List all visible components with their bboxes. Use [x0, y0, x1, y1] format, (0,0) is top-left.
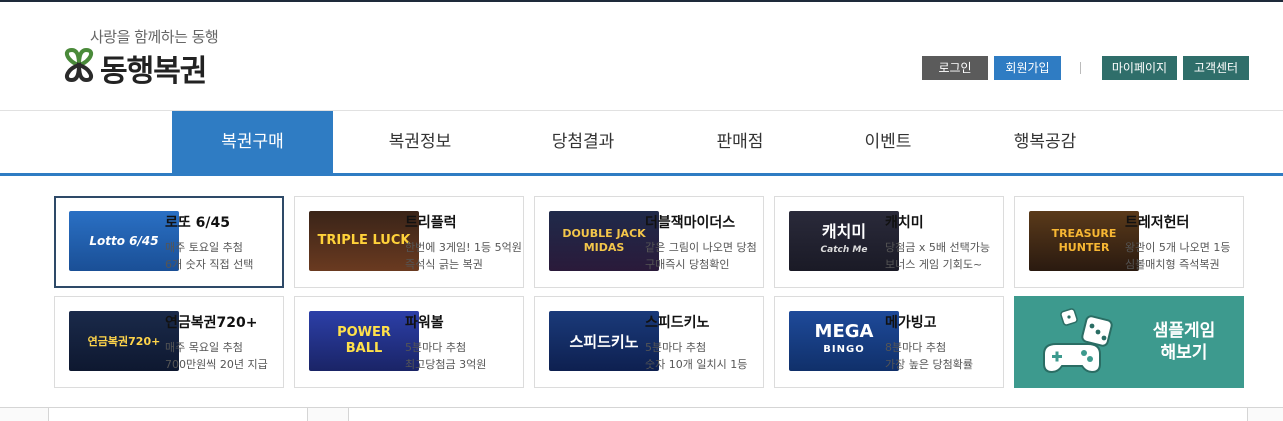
game-desc: 같은 그림이 나오면 당첨 [645, 241, 757, 254]
treasure-hunter-thumbnail: TREASURE HUNTER [1029, 211, 1139, 271]
nav-item-events[interactable]: 이벤트 [808, 111, 968, 173]
game-desc: 심볼매치형 즉석복권 [1125, 258, 1220, 271]
sample-game-button[interactable]: 샘플게임 해보기 [1014, 296, 1244, 388]
game-card-megabingo[interactable]: MEGA BINGO 메가빙고 8분마다 추첨 가장 높은 당첨확률 [774, 296, 1004, 388]
game-title: 연금복권720+ [165, 315, 258, 331]
nav-item-happiness[interactable]: 행복공감 [965, 111, 1125, 173]
game-title: 스피드키노 [645, 315, 710, 331]
game-desc: 700만원씩 20년 지급 [165, 358, 268, 371]
game-card-treasure-hunter[interactable]: TREASURE HUNTER 트레저헌터 왕관이 5개 나오면 1등 심볼매치… [1014, 196, 1244, 288]
game-desc: 6개 숫자 직접 선택 [165, 258, 254, 271]
game-card-powerball[interactable]: POWER BALL 파워볼 5분마다 추첨 최고당첨금 3억원 [294, 296, 524, 388]
login-button[interactable]: 로그인 [922, 56, 988, 80]
game-desc: 왕관이 5개 나오면 1등 [1125, 241, 1231, 254]
game-card-speedkeno[interactable]: 스피드키노 스피드키노 5분마다 추첨 숫자 10개 일치시 1등 [534, 296, 764, 388]
logo-wordmark: 동행복권 [100, 54, 207, 89]
game-desc: 최고당첨금 3억원 [405, 358, 487, 371]
game-title: 메가빙고 [885, 315, 937, 331]
game-card-triple-luck[interactable]: TRIPLE LUCK 트리플럭 한번에 3게임! 1등 5억원 즉석식 긁는 … [294, 196, 524, 288]
game-controller-dice-icon [1043, 308, 1113, 374]
game-desc: 구매즉시 당첨확인 [645, 258, 730, 271]
game-desc: 매주 목요일 추첨 [165, 341, 243, 354]
customer-center-button[interactable]: 고객센터 [1183, 56, 1249, 80]
nav-item-winning-results[interactable]: 당첨결과 [503, 111, 663, 173]
nav-underline [0, 173, 1283, 176]
bottom-panel-left [48, 408, 308, 421]
nav-item-retailers[interactable]: 판매점 [660, 111, 820, 173]
game-desc: 한번에 3게임! 1등 5억원 [405, 241, 522, 254]
nav-item-lottery-purchase[interactable]: 복권구매 [172, 111, 333, 173]
powerball-thumbnail: POWER BALL [309, 311, 419, 371]
catch-me-thumbnail: 캐치미 Catch Me [789, 211, 899, 271]
speedkeno-thumbnail: 스피드키노 [549, 311, 659, 371]
utility-divider [1080, 62, 1081, 74]
game-card-pension720[interactable]: 연금복권720+ 연금복권720+ 매주 목요일 추첨 700만원씩 20년 지… [54, 296, 284, 388]
game-card-lotto645[interactable]: Lotto 6/45 로또 6/45 매주 토요일 추첨 6개 숫자 직접 선택 [54, 196, 284, 288]
game-desc: 5분마다 추첨 [405, 341, 467, 354]
sample-game-label: 샘플게임 해보기 [1152, 321, 1216, 363]
logo-tagline: 사랑을 함께하는 동행 [90, 28, 219, 46]
game-card-catch-me[interactable]: 캐치미 Catch Me 캐치미 당첨금 x 5배 선택가능 보너스 게임 기회… [774, 196, 1004, 288]
site-header: 사랑을 함께하는 동행 동행복권 로그인 회원가입 마이페이지 고객센터 [0, 2, 1283, 111]
pension720-thumbnail: 연금복권720+ [69, 311, 179, 371]
bottom-panel-right [348, 408, 1248, 421]
join-button[interactable]: 회원가입 [994, 56, 1061, 80]
megabingo-thumbnail: MEGA BINGO [789, 311, 899, 371]
triple-luck-thumbnail: TRIPLE LUCK [309, 211, 419, 271]
game-desc: 보너스 게임 기회도~ [885, 258, 983, 271]
site-logo[interactable]: 사랑을 함께하는 동행 동행복권 [58, 26, 258, 96]
main-nav: 복권구매 복권정보 당첨결과 판매점 이벤트 행복공감 [0, 111, 1283, 174]
game-title: 트리플럭 [405, 215, 457, 231]
mypage-button[interactable]: 마이페이지 [1102, 56, 1177, 80]
nav-item-lottery-info[interactable]: 복권정보 [340, 111, 500, 173]
double-jack-midas-thumbnail: DOUBLE JACK MIDAS [549, 211, 659, 271]
game-title: 파워볼 [405, 315, 444, 331]
game-title: 트레저헌터 [1125, 215, 1190, 231]
lotto645-thumbnail: Lotto 6/45 [69, 211, 179, 271]
game-desc: 가장 높은 당첨확률 [885, 358, 973, 371]
game-desc: 즉석식 긁는 복권 [405, 258, 483, 271]
game-card-double-jack-midas[interactable]: DOUBLE JACK MIDAS 더블잭마이더스 같은 그림이 나오면 당첨 … [534, 196, 764, 288]
game-title: 더블잭마이더스 [645, 215, 736, 231]
game-title: 로또 6/45 [165, 215, 230, 231]
game-desc: 당첨금 x 5배 선택가능 [885, 241, 990, 254]
game-title: 캐치미 [885, 215, 924, 231]
game-desc: 매주 토요일 추첨 [165, 241, 243, 254]
clover-logo-icon [64, 47, 94, 83]
game-desc: 숫자 10개 일치시 1등 [645, 358, 748, 371]
game-desc: 8분마다 추첨 [885, 341, 947, 354]
game-desc: 5분마다 추첨 [645, 341, 707, 354]
